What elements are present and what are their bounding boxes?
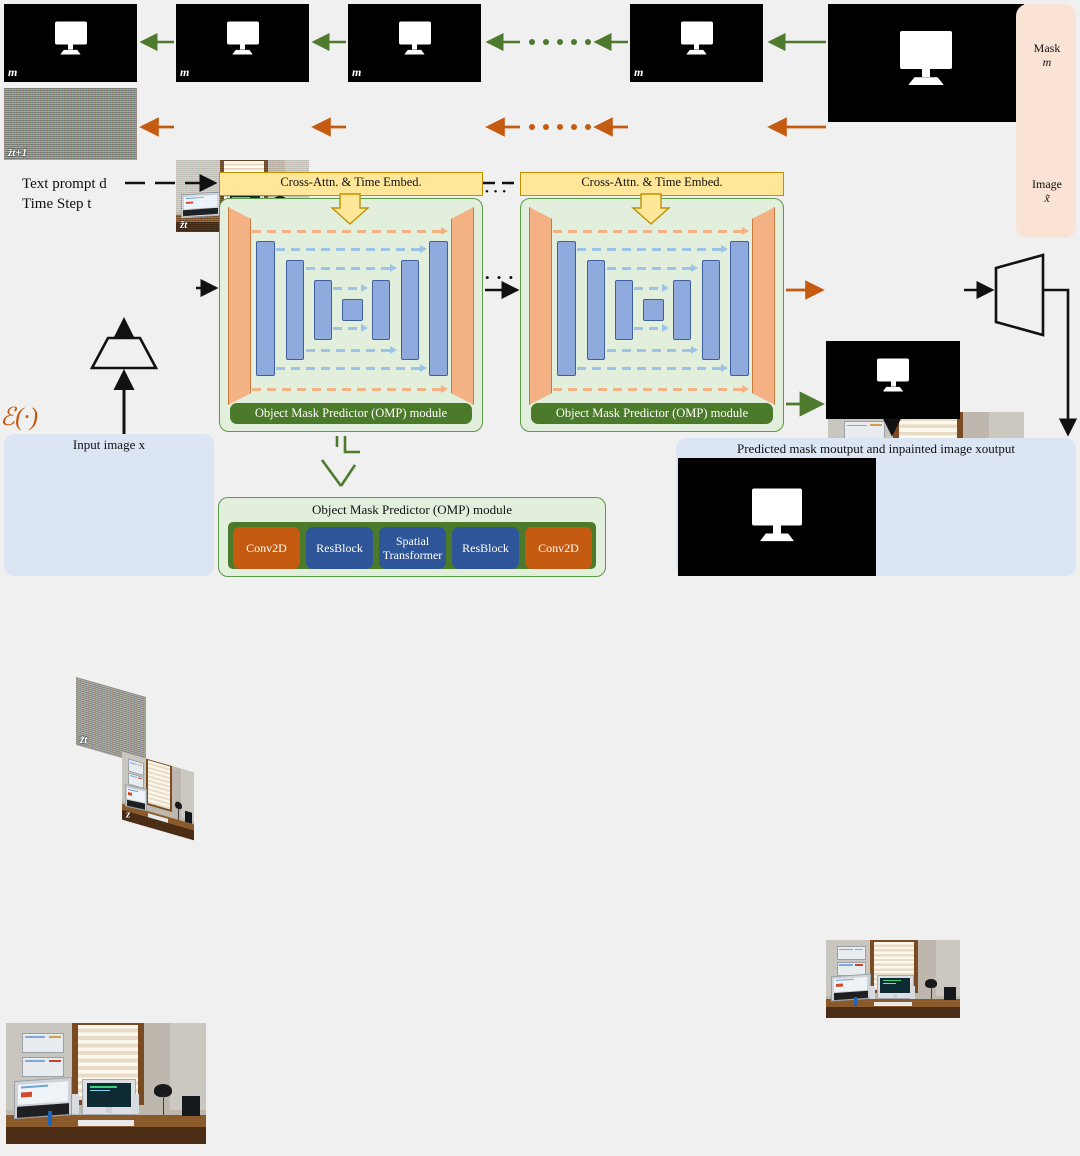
green-dotted-ellipsis xyxy=(529,39,591,45)
input-image-photo xyxy=(6,1023,206,1144)
decoder-to-output-arrow xyxy=(1043,288,1078,437)
orange-dotted-ellipsis xyxy=(529,124,591,130)
cross-attn-down-arrow-1 xyxy=(330,193,370,225)
connector-overlay xyxy=(89,32,1078,487)
latent-zt-tilted: z̃t xyxy=(76,676,146,766)
encoder-trapezoid-shape xyxy=(89,336,159,370)
output-inpainted-preview xyxy=(826,940,960,1018)
omp-detail-pointer xyxy=(320,436,360,487)
latent-z-tilted: z xyxy=(122,751,194,841)
latent-zt-label: z̃t xyxy=(80,734,88,747)
latent-z-label: z xyxy=(126,808,131,821)
cross-attn-down-arrow-2 xyxy=(631,193,671,225)
decoder-trapezoid-shape xyxy=(994,253,1045,337)
